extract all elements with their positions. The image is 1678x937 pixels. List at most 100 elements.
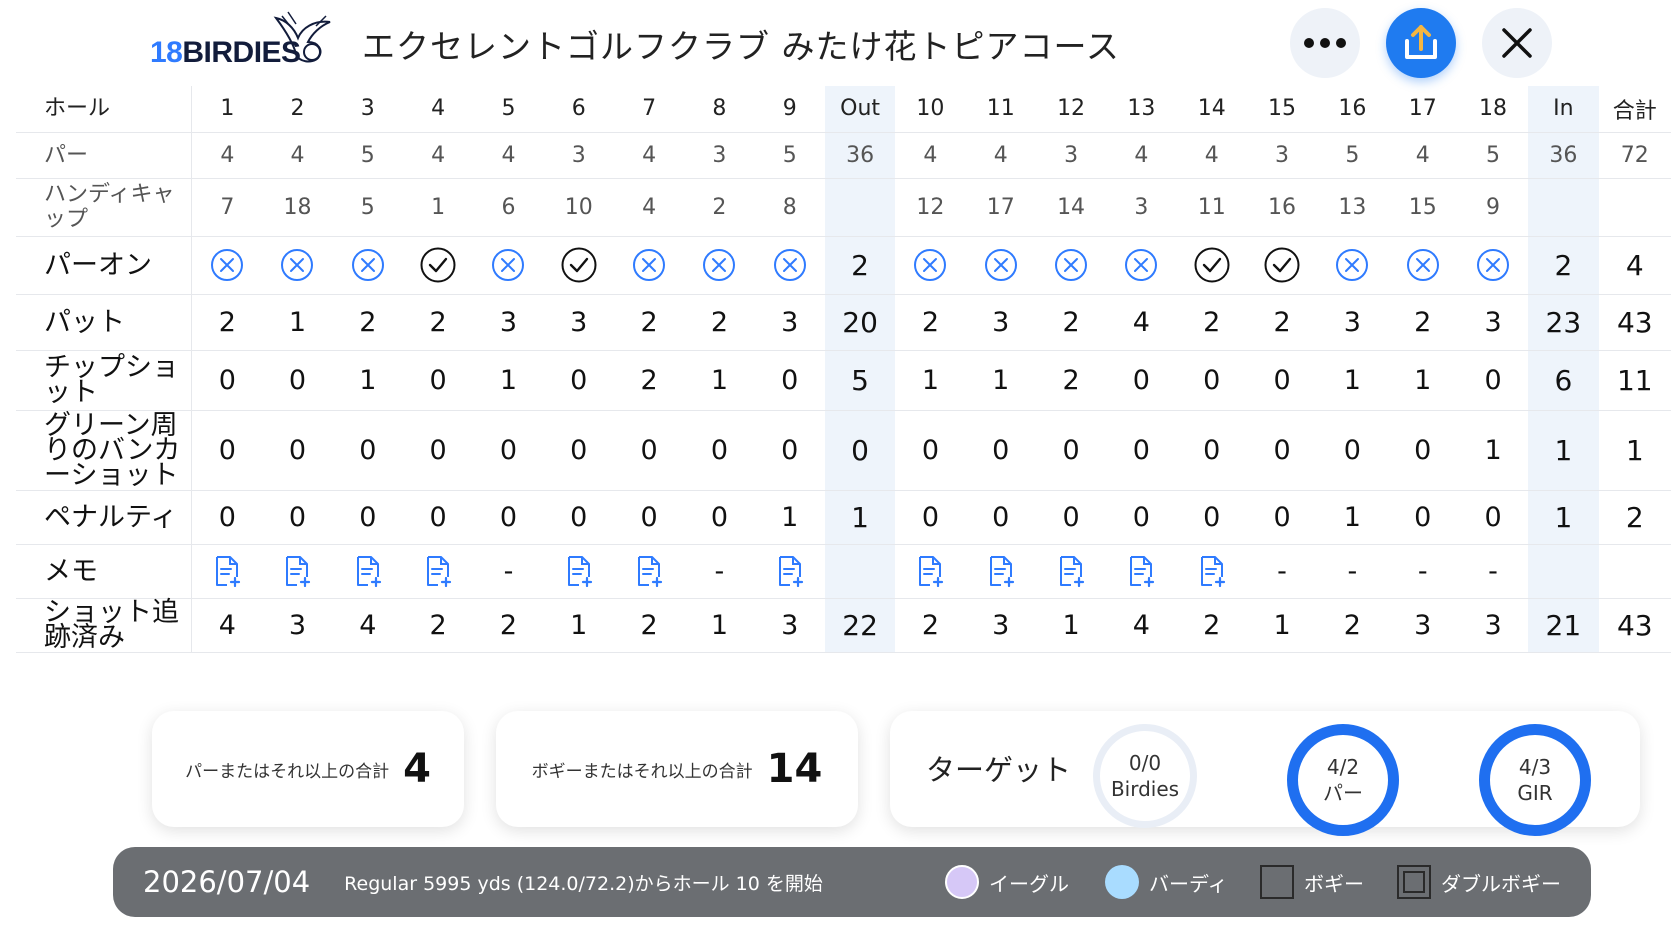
add-note-icon[interactable] — [635, 555, 663, 587]
memo-cell-3[interactable] — [332, 544, 403, 599]
par-cell-11: 4 — [965, 132, 1036, 179]
bunker-cell-4: 0 — [402, 410, 474, 491]
par-on-cell-2 — [262, 236, 333, 295]
memo-cell-10[interactable] — [895, 544, 966, 599]
memo-cell-14[interactable] — [1176, 544, 1247, 599]
memo-cell-17: - — [1387, 544, 1458, 599]
par-cell-7: 4 — [613, 132, 685, 179]
add-note-icon[interactable] — [354, 555, 382, 587]
par-cell-15: 3 — [1246, 132, 1318, 179]
putts-cell-in: 23 — [1528, 294, 1599, 351]
share-upload-icon — [1405, 25, 1437, 59]
course-title: エクセレントゴルフクラブ みたけ花トピアコース — [362, 27, 1120, 66]
green-miss-x-icon — [1125, 249, 1158, 281]
tracked-cell-8: 1 — [684, 598, 755, 653]
memo-cell-out — [824, 544, 896, 599]
bunker-cell-12: 0 — [1035, 410, 1107, 491]
bunker-cell-17: 0 — [1387, 410, 1458, 491]
add-note-icon[interactable] — [916, 555, 944, 587]
putts-cell-7: 2 — [613, 294, 685, 351]
hole-cell-13: 13 — [1106, 86, 1177, 133]
add-note-icon[interactable] — [1198, 555, 1226, 587]
bunker-cell-5: 0 — [473, 410, 544, 491]
par-or-better-value: 4 — [403, 746, 431, 792]
add-note-icon[interactable] — [1127, 555, 1155, 587]
tracked-cell-17: 3 — [1387, 598, 1458, 653]
add-note-icon[interactable] — [565, 555, 593, 587]
add-note-icon[interactable] — [283, 555, 311, 587]
bunker-cell-18: 1 — [1457, 410, 1529, 491]
hole-cell-9: 9 — [754, 86, 825, 133]
putts-cell-out: 20 — [824, 294, 896, 351]
add-note-icon[interactable] — [987, 555, 1015, 587]
add-note-icon[interactable] — [424, 555, 452, 587]
memo-cell-7[interactable] — [613, 544, 685, 599]
add-note-icon[interactable] — [213, 555, 241, 587]
par-cell-16: 5 — [1317, 132, 1388, 179]
tracked-cell-16: 2 — [1317, 598, 1388, 653]
row-hole: ホール 1 2 3 4 5 6 7 8 9 Out 10 11 12 13 14 15 16 17 18 In 合計 — [16, 86, 1671, 133]
par-on-cell-16 — [1317, 236, 1388, 295]
target-label: ターゲット — [926, 753, 1072, 787]
hole-cell-17: 17 — [1387, 86, 1458, 133]
tracked-cell-15: 1 — [1246, 598, 1318, 653]
add-note-icon[interactable] — [776, 555, 804, 587]
row-par-on: パーオン 2 2 4 — [16, 236, 1671, 295]
penalty-cell-16: 1 — [1317, 490, 1388, 545]
par-on-cell-5 — [473, 236, 544, 295]
penalty-cell-3: 0 — [332, 490, 403, 545]
memo-cell-in — [1528, 544, 1599, 599]
hole-cell-12: 12 — [1035, 86, 1107, 133]
penalty-cell-7: 0 — [613, 490, 685, 545]
row-chip: チップショット 0 0 1 0 1 0 2 1 0 5 1 1 2 0 0 0 1 1 0 6 11 — [16, 350, 1671, 411]
memo-cell-1[interactable] — [191, 544, 263, 599]
hole-cell-3: 3 — [332, 86, 403, 133]
memo-cell-2[interactable] — [262, 544, 333, 599]
close-button[interactable] — [1482, 8, 1552, 78]
target-par-label: パー — [1323, 781, 1363, 805]
hole-cell-in: In — [1528, 86, 1599, 133]
chip-cell-14: 0 — [1176, 350, 1247, 411]
chip-cell-16: 1 — [1317, 350, 1388, 411]
share-button[interactable] — [1386, 8, 1456, 78]
penalty-cell-10: 0 — [895, 490, 966, 545]
putts-cell-1: 2 — [191, 294, 263, 351]
memo-cell-11[interactable] — [965, 544, 1036, 599]
memo-cell-9[interactable] — [754, 544, 825, 599]
chip-cell-9: 0 — [754, 350, 825, 411]
bogey-or-better-label: ボギーまたはそれ以上の合計 — [531, 761, 753, 782]
chip-cell-8: 1 — [684, 350, 755, 411]
more-button[interactable] — [1290, 8, 1360, 78]
handicap-cell-8: 2 — [684, 178, 755, 237]
memo-cell-12[interactable] — [1035, 544, 1107, 599]
green-miss-x-icon — [984, 249, 1017, 281]
legend-bogey: ボギー — [1260, 865, 1364, 899]
hole-cell-18: 18 — [1457, 86, 1529, 133]
tracked-cell-18: 3 — [1457, 598, 1529, 653]
penalty-cell-17: 0 — [1387, 490, 1458, 545]
green-miss-x-icon — [281, 249, 314, 281]
bunker-cell-3: 0 — [332, 410, 403, 491]
memo-cell-6[interactable] — [543, 544, 614, 599]
target-gir-value: 4/3 — [1518, 755, 1552, 779]
bunker-cell-in: 1 — [1528, 410, 1599, 491]
chip-cell-6: 0 — [543, 350, 614, 411]
putts-cell-8: 2 — [684, 294, 755, 351]
hole-cell-2: 2 — [262, 86, 333, 133]
handicap-cell-4: 1 — [402, 178, 474, 237]
row-label-memo: メモ — [16, 544, 193, 599]
memo-cell-13[interactable] — [1106, 544, 1177, 599]
penalty-cell-total: 2 — [1598, 490, 1671, 545]
legend-birdie-label: バーディ — [1149, 871, 1228, 896]
par-cell-2: 4 — [262, 132, 333, 179]
bogey-swatch-icon — [1260, 865, 1294, 899]
memo-cell-4[interactable] — [402, 544, 474, 599]
penalty-cell-1: 0 — [191, 490, 263, 545]
par-on-cell-14 — [1176, 236, 1247, 295]
add-note-icon[interactable] — [1057, 555, 1085, 587]
green-miss-x-icon — [703, 249, 736, 281]
handicap-cell-in — [1528, 178, 1599, 237]
putts-cell-15: 2 — [1246, 294, 1318, 351]
green-miss-x-icon — [492, 249, 525, 281]
tracked-cell-14: 2 — [1176, 598, 1247, 653]
